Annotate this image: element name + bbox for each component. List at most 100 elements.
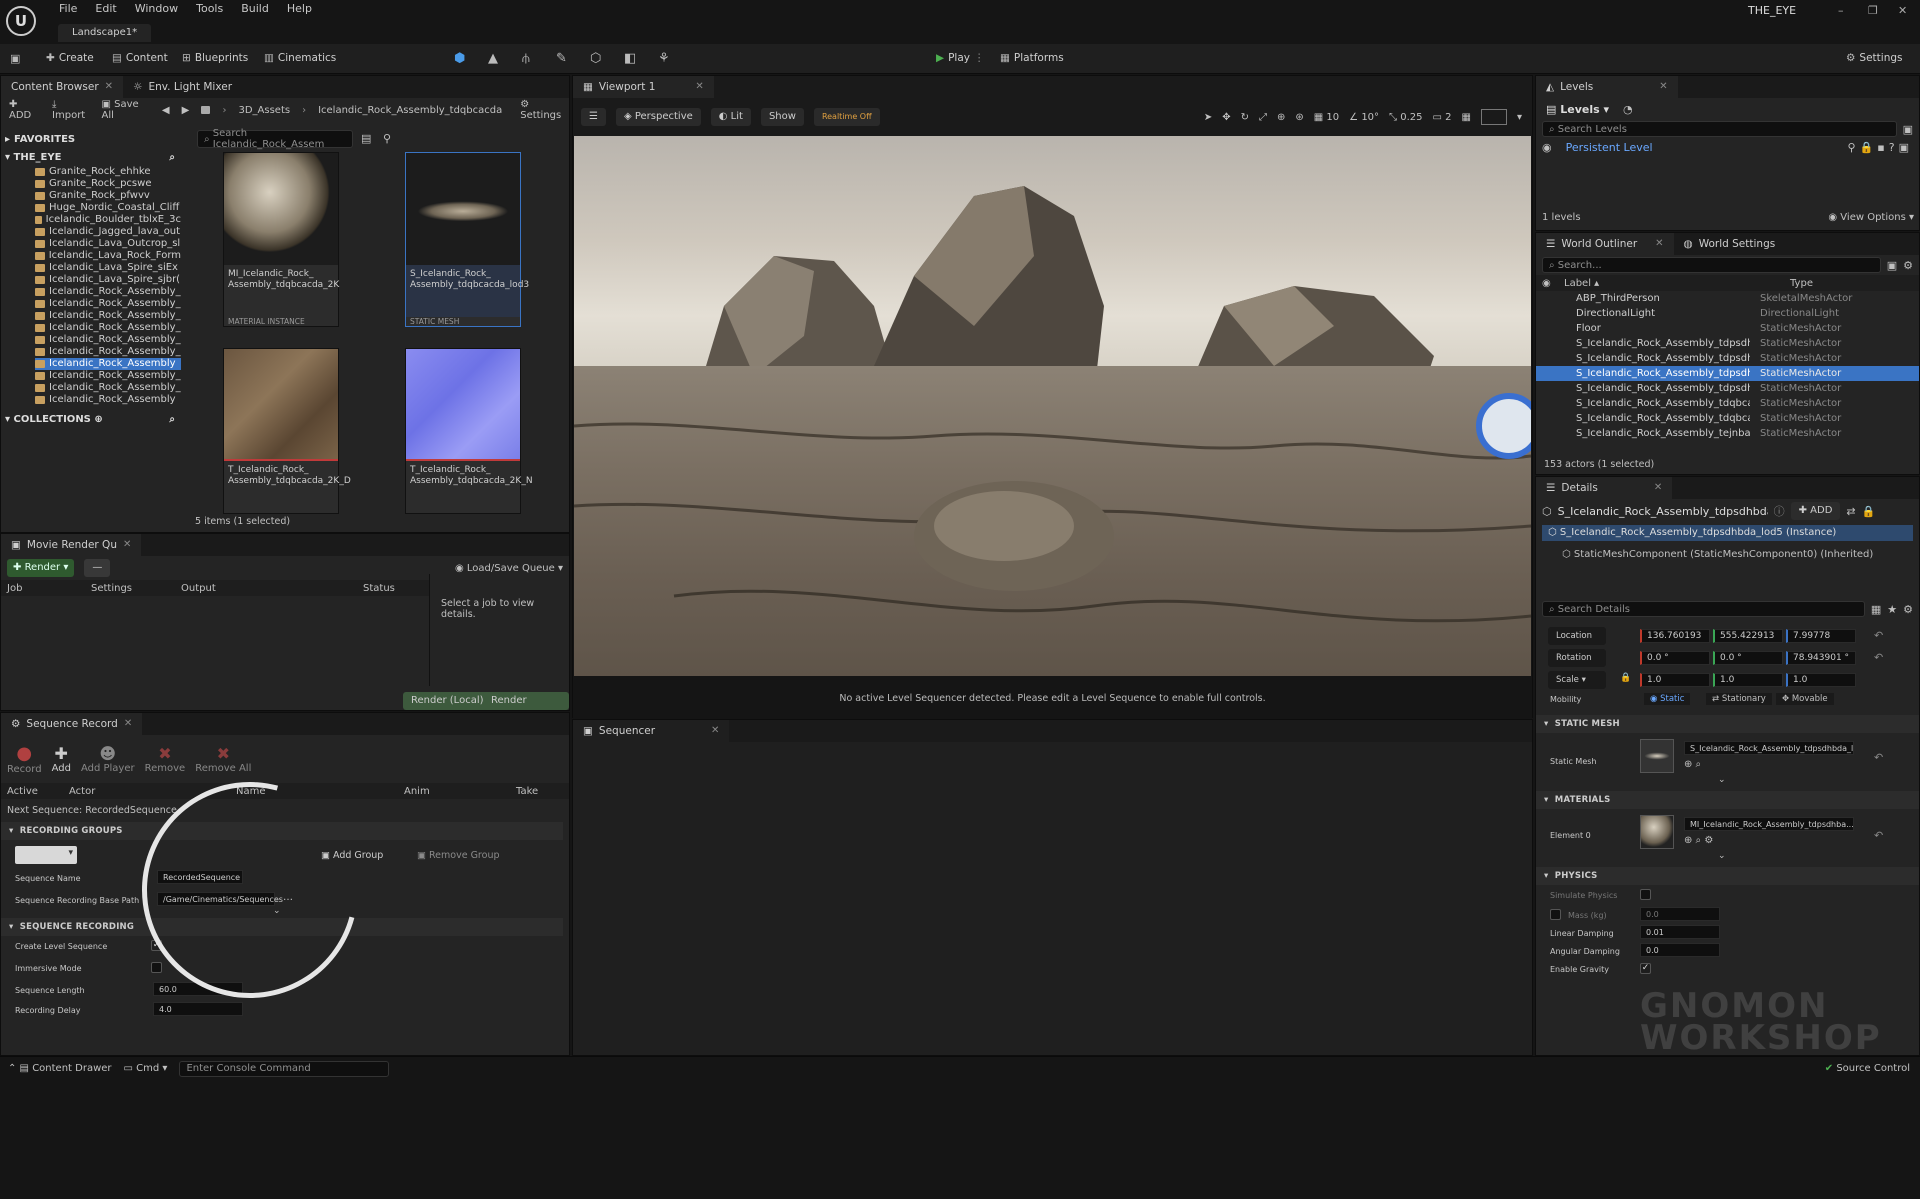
record-button[interactable]: ● Record (7, 743, 42, 775)
group-select-dropdown[interactable]: ▾ (15, 846, 77, 864)
grid-snap-button[interactable]: ▦ 10 (1314, 112, 1339, 123)
reset-icon[interactable]: ↶ (1874, 751, 1883, 764)
folder-item[interactable]: Icelandic_Rock_Assembly_ (35, 346, 181, 358)
play-options-icon[interactable]: ⋮ (974, 52, 985, 64)
folder-item[interactable]: Icelandic_Rock_Assembly (35, 358, 181, 370)
close-tab-icon[interactable]: ✕ (1655, 233, 1663, 255)
material-picker[interactable]: MI_Icelandic_Rock_Assembly_tdpsdhba... (1684, 817, 1854, 831)
save-all-button[interactable]: ▣ Save All (101, 99, 149, 121)
reset-icon[interactable]: ↶ (1874, 651, 1883, 664)
persistent-level-row[interactable]: ◉ Persistent Level ⚲🔒▪?▣ (1536, 138, 1919, 156)
save-icon[interactable]: ▣ (1903, 123, 1913, 136)
unreal-logo-icon[interactable]: U (6, 6, 36, 36)
level-viewport[interactable] (574, 136, 1531, 676)
folder-item[interactable]: Icelandic_Rock_Assembly_ (35, 322, 181, 334)
folder-item[interactable]: Icelandic_Lava_Rock_Form (35, 250, 181, 262)
outliner-row[interactable]: S_Icelandic_Rock_Assembly_tdpsdhbda_lod5… (1536, 366, 1919, 381)
star-icon[interactable]: ★ (1887, 603, 1897, 616)
scale-x-input[interactable]: 1.0 (1640, 673, 1710, 687)
col-type[interactable]: Type (1790, 278, 1813, 289)
rotation-dropdown[interactable]: Rotation ▾ (1548, 649, 1606, 681)
animation-mode-icon[interactable]: ⚘ (658, 51, 670, 66)
reset-icon[interactable]: ↶ (1874, 629, 1883, 642)
angle-snap-button[interactable]: ∠ 10° (1349, 112, 1379, 123)
paint-mode-icon[interactable]: ✎ (556, 51, 567, 66)
remove-all-button[interactable]: ✖ Remove All (195, 744, 251, 774)
outliner-row[interactable]: Floor StaticMeshActor (1536, 321, 1919, 336)
lock-scale-icon[interactable]: 🔒 (1620, 673, 1631, 683)
tab-movie-render-queue[interactable]: ▣ Movie Render Qu ✕ (1, 534, 142, 556)
content-drawer-button[interactable]: ⌃ ▤ Content Drawer (8, 1063, 112, 1074)
layout-icon[interactable]: ▦ (1462, 112, 1471, 123)
remove-group-button[interactable]: ▣ Remove Group (417, 850, 500, 861)
folder-item[interactable]: Icelandic_Lava_Outcrop_sl (35, 238, 181, 250)
collections-header[interactable]: ▾ COLLECTIONS ⊕ ⌕ (5, 410, 181, 428)
breadcrumb-3d-assets[interactable]: 3D_Assets (238, 105, 290, 116)
render-local-button[interactable]: Render (Local) (403, 692, 492, 710)
search-icon[interactable]: ⌕ (169, 414, 175, 425)
settings-button[interactable]: ⚙ Settings (1846, 52, 1903, 64)
details-search-input[interactable]: ⌕ Search Details (1542, 601, 1865, 617)
location-dropdown[interactable]: Location ▾ (1548, 627, 1606, 659)
location-x-input[interactable]: 136.760193 (1640, 629, 1710, 643)
static-mesh-section-header[interactable]: ▾ STATIC MESH (1536, 715, 1919, 733)
outliner-row[interactable]: S_Icelandic_Rock_Assembly_tdpsdhbda_lod3… (1536, 336, 1919, 351)
filter-icon[interactable]: ⚲ (383, 132, 391, 145)
perspective-button[interactable]: ◈ Perspective (615, 108, 701, 126)
folder-item[interactable]: Icelandic_Rock_Assembly_ (35, 370, 181, 382)
folder-item[interactable]: Icelandic_Lava_Spire_siEx (35, 262, 181, 274)
save-search-icon[interactable]: ▤ (361, 132, 371, 145)
folder-item[interactable]: Icelandic_Lava_Spire_sjbr( (35, 274, 181, 286)
add-folder-icon[interactable]: ▣ (1887, 259, 1897, 272)
tab-content-browser[interactable]: Content Browser ✕ (1, 76, 124, 98)
add-button[interactable]: ✚ ADD (9, 99, 40, 121)
maximize-icon[interactable]: ❐ (1868, 4, 1878, 17)
select-tool-icon[interactable]: ➤ (1204, 112, 1212, 123)
close-tab-icon[interactable]: ✕ (123, 534, 131, 556)
fracture-mode-icon[interactable]: ◧ (624, 51, 636, 66)
component-instance-row[interactable]: ⬡ S_Icelandic_Rock_Assembly_tdpsdhbda_lo… (1542, 525, 1913, 541)
scale-z-input[interactable]: 1.0 (1786, 673, 1856, 687)
scale-y-input[interactable]: 1.0 (1713, 673, 1783, 687)
world-space-icon[interactable]: ⊕ (1277, 112, 1285, 123)
scale-snap-button[interactable]: ⤡ 0.25 (1389, 112, 1422, 123)
materials-section-header[interactable]: ▾ MATERIALS (1536, 791, 1919, 809)
add-player-button[interactable]: ☻ Add Player (81, 744, 135, 774)
outliner-row[interactable]: S_Icelandic_Rock_Assembly_tdpsdhbda_lod4… (1536, 351, 1919, 366)
col-label[interactable]: Label ▴ (1564, 278, 1790, 289)
tab-viewport-1[interactable]: ▦ Viewport 1 ✕ (573, 76, 714, 98)
folder-item[interactable]: Huge_Nordic_Coastal_Cliff (35, 202, 181, 214)
map-tab[interactable]: Landscape1* (58, 24, 152, 42)
console-command-input[interactable]: Enter Console Command (179, 1060, 390, 1077)
close-tab-icon[interactable]: ✕ (1654, 477, 1662, 499)
gear-icon[interactable]: ⚙ (1903, 603, 1913, 616)
realtime-off-badge[interactable]: Realtime Off (813, 108, 880, 126)
static-mesh-component-row[interactable]: ⬡ StaticMeshComponent (StaticMeshCompone… (1562, 547, 1913, 563)
material-thumbnail[interactable] (1640, 815, 1674, 849)
blueprints-button[interactable]: ⊞ Blueprints (182, 52, 248, 64)
cb-settings-button[interactable]: ⚙ Settings (520, 99, 569, 121)
outliner-search-input[interactable]: ⌕ Search... (1542, 257, 1881, 273)
mobility-movable-button[interactable]: ✥ Movable (1776, 693, 1834, 705)
folder-item[interactable]: Icelandic_Rock_Assembly_ (35, 334, 181, 346)
grid-view-icon[interactable]: ▦ (1871, 603, 1881, 616)
menu-tools[interactable]: Tools (187, 2, 232, 16)
folder-item[interactable]: Icelandic_Rock_Assembly_ (35, 382, 181, 394)
folder-item[interactable]: Granite_Rock_ehhke (35, 166, 181, 178)
rotation-x-input[interactable]: 0.0 ° (1640, 651, 1710, 665)
landscape-mode-icon[interactable]: ▲ (488, 51, 498, 66)
import-button[interactable]: ⤓ Import (52, 99, 89, 121)
menu-window[interactable]: Window (126, 2, 187, 16)
close-tab-icon[interactable]: ✕ (1659, 76, 1667, 98)
tab-world-settings[interactable]: ◍ World Settings (1674, 233, 1786, 255)
outliner-row[interactable]: DirectionalLight DirectionalLight (1536, 306, 1919, 321)
folder-item[interactable]: Icelandic_Jagged_lava_out (35, 226, 181, 238)
rotation-z-input[interactable]: 78.943901 ° (1786, 651, 1856, 665)
chevron-down-icon[interactable]: ⌄ (1718, 851, 1726, 861)
favorites-header[interactable]: ▸ FAVORITES (5, 130, 181, 148)
add-collection-icon[interactable]: ⊕ (94, 414, 102, 425)
close-tab-icon[interactable]: ✕ (711, 720, 719, 742)
modeling-mode-icon[interactable]: ⬡ (590, 51, 601, 66)
asset-tile[interactable]: T_Icelandic_Rock_ Assembly_tdqbcacda_2K_… (223, 348, 351, 514)
add-button[interactable]: ✚ Add (52, 744, 71, 774)
